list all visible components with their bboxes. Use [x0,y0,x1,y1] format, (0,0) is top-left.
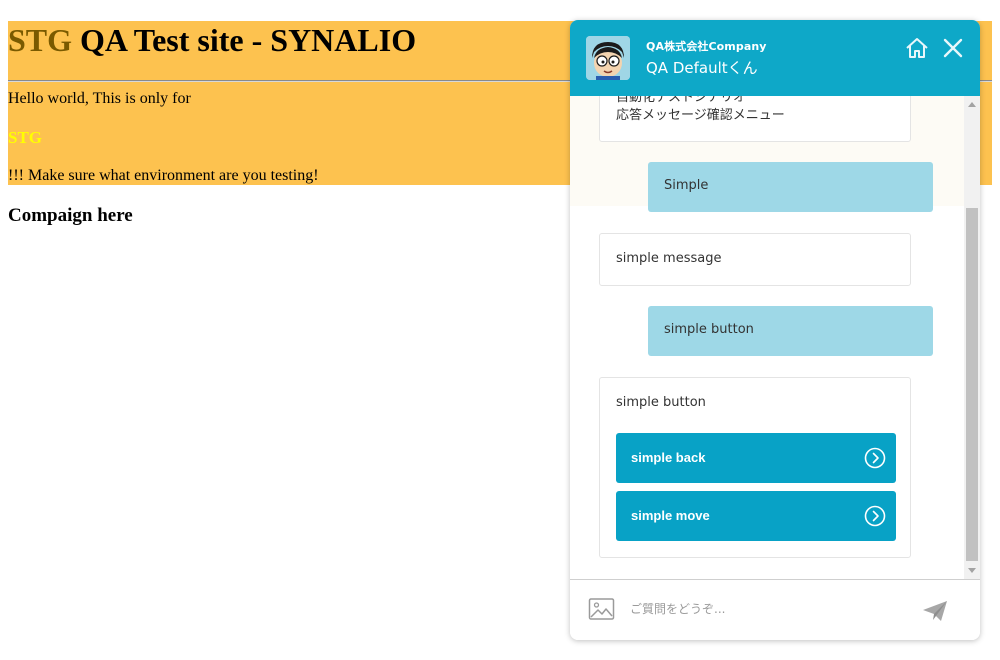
home-button[interactable] [904,35,930,61]
menu-line-1: 自動化テストシナリオ [616,96,747,105]
home-icon [906,38,928,58]
menu-line-2: 応答メッセージ確認メニュー [616,108,785,123]
chevron-right-circle-icon [864,447,886,469]
agent-name: QA Defaultくん [646,59,758,77]
campaign-heading: Compaign here [8,205,133,226]
company-name: QA株式会社Company [646,40,767,53]
bot-message-bubble: simple message [599,233,911,286]
scroll-down-arrow-icon[interactable] [968,568,976,573]
menu-message-bubble: 自動化テストシナリオ 応答メッセージ確認メニュー [599,96,911,142]
chat-footer [570,579,980,640]
send-button[interactable] [922,599,948,623]
image-upload-icon [588,598,615,620]
chevron-right-circle-icon [864,505,886,527]
bot-message-text: simple message [616,251,722,266]
simple-back-button[interactable]: simple back [616,433,896,483]
close-button[interactable] [940,35,966,61]
button-label: simple move [631,508,710,523]
user-message-text: simple button [664,322,754,337]
user-message-bubble: Simple [648,162,933,212]
scrollbar-thumb[interactable] [966,208,978,561]
page-title: STG QA Test site - SYNALIO [8,20,416,60]
environment-warning: !!! Make sure what environment are you t… [8,167,319,184]
close-icon [943,38,963,58]
page-title-text: QA Test site - SYNALIO [72,22,417,58]
chat-message-area[interactable]: 自動化テストシナリオ 応答メッセージ確認メニュー Simple simple m… [570,96,964,579]
page-title-env: STG [8,22,73,58]
simple-move-button[interactable]: simple move [616,491,896,541]
bot-message-text: simple button [616,395,706,410]
chat-scrollbar[interactable] [964,96,980,579]
scroll-up-arrow-icon[interactable] [968,102,976,107]
user-message-text: Simple [664,178,709,193]
user-message-bubble: simple button [648,306,933,356]
hello-text: Hello world, This is only for [8,90,191,107]
bot-button-message-bubble: simple button simple back simple move [599,377,911,558]
image-upload-button[interactable] [588,597,615,622]
agent-avatar [586,36,630,80]
chat-message-input[interactable] [630,594,900,624]
stg-label: STG [8,128,43,147]
chat-widget: QA株式会社Company QA Defaultくん 自動化テストシナリオ 応答… [570,20,980,640]
send-icon [923,601,947,621]
button-label: simple back [631,450,706,465]
chat-header: QA株式会社Company QA Defaultくん [570,20,980,96]
